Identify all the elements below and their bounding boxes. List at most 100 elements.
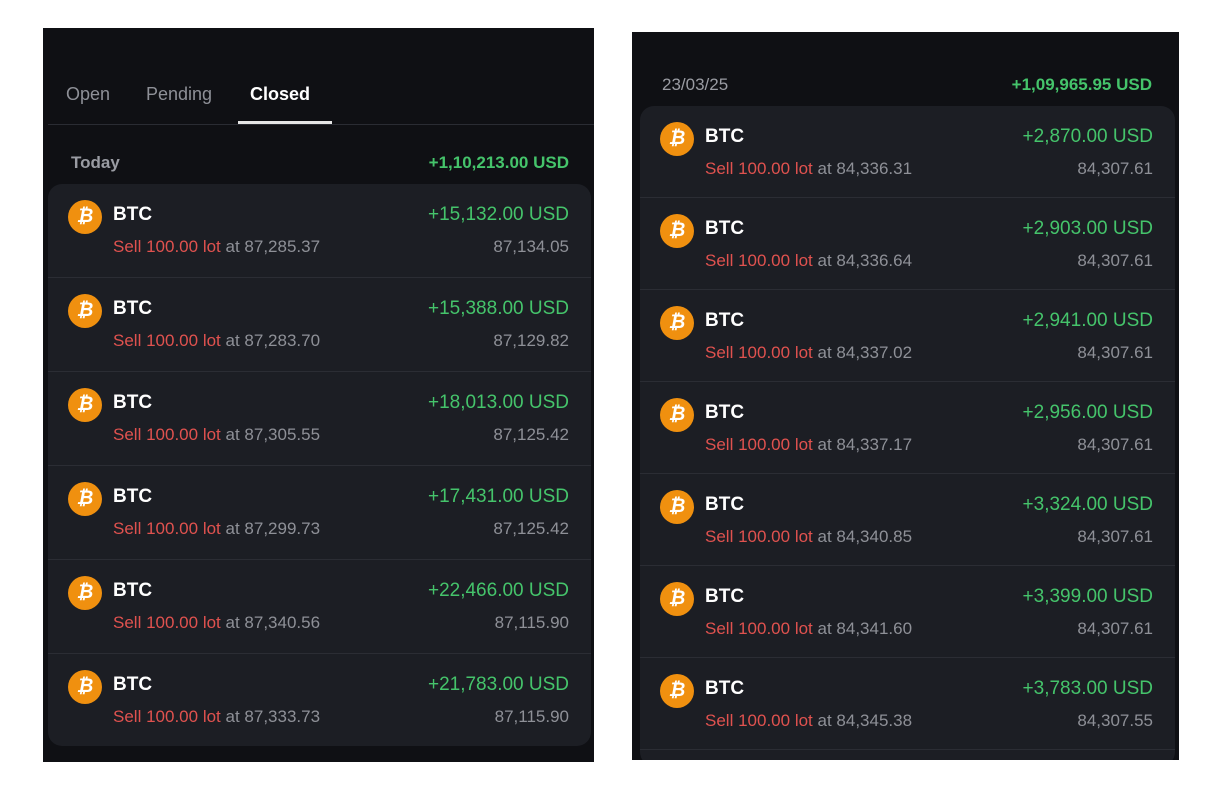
trade-lot: 100.00 lot [738,343,813,362]
trade-profit: +3,783.00 USD [1022,678,1153,699]
trade-open-price: at 84,336.64 [817,251,913,270]
trade-profit: +2,956.00 USD [1022,402,1153,423]
group-header-today: Today +1,10,213.00 USD [71,148,569,178]
trade-profit: +2,870.00 USD [1022,126,1153,147]
trade-open-price: at 87,340.56 [225,613,321,632]
trade-profit: +21,783.00 USD [427,674,569,695]
trade-profit: +18,013.00 USD [427,392,569,413]
trade-symbol: BTC [705,218,745,239]
trade-lot: 100.00 lot [146,613,221,632]
trade-row[interactable]: ₿ BTC Sell 100.00 lot at 84,345.38 +3,783.0… [640,658,1175,750]
trade-symbol: BTC [113,204,153,225]
trade-open-price: at 87,285.37 [225,237,321,256]
trade-side: Sell [113,331,142,350]
trade-side: Sell [705,343,734,362]
trade-side: Sell [113,237,142,256]
trade-lot: 100.00 lot [146,237,221,256]
trade-close-price: 87,125.42 [493,519,569,538]
trade-close-price: 84,307.61 [1077,159,1153,178]
bitcoin-icon: ₿ [68,576,102,610]
trade-detail: Sell 100.00 lot at 87,340.56 [113,613,320,633]
trade-row[interactable]: ₿ BTC Sell 100.00 lot at 87,299.73 +17,431.… [48,466,591,560]
trade-close-price: 84,307.61 [1077,527,1153,546]
bitcoin-icon: ₿ [68,200,102,234]
trade-row[interactable]: ₿ BTC Sell 100.00 lot at 84,336.64 +2,903.0… [640,198,1175,290]
trade-profit: +22,466.00 USD [427,580,569,601]
trade-list: ₿ BTC Sell 100.00 lot at 84,336.31 +2,870.0… [640,106,1175,760]
trade-side: Sell [705,435,734,454]
bitcoin-icon: ₿ [68,670,102,704]
trade-detail: Sell 100.00 lot at 84,337.02 [705,343,912,363]
trade-list: ₿ BTC Sell 100.00 lot at 87,285.37 +15,132.… [48,184,591,746]
trade-detail: Sell 100.00 lot at 87,299.73 [113,519,320,539]
tab-closed[interactable]: Closed [250,84,310,105]
trade-open-price: at 87,283.70 [225,331,321,350]
trade-open-price: at 84,345.38 [817,711,913,730]
trade-close-price: 87,115.90 [494,707,569,726]
bitcoin-icon: ₿ [660,490,694,524]
group-total: +1,09,965.95 USD [1011,75,1152,94]
trade-side: Sell [705,619,734,638]
bitcoin-icon: ₿ [660,122,694,156]
trade-row[interactable]: ₿ BTC Sell 100.00 lot at 84,341.60 +3,399.0… [640,566,1175,658]
trade-detail: Sell 100.00 lot at 87,283.70 [113,331,320,351]
trade-detail: Sell 100.00 lot at 87,305.55 [113,425,320,445]
trade-open-price: at 87,305.55 [225,425,321,444]
bitcoin-icon: ₿ [660,674,694,708]
trade-close-price: 84,307.61 [1077,251,1153,270]
trade-row[interactable]: ₿ BTC Sell 100.00 lot at 84,336.31 +2,870.0… [640,106,1175,198]
trade-row[interactable]: ₿ BTC Sell 100.00 lot at 87,340.56 +22,466.… [48,560,591,654]
trade-profit: +17,431.00 USD [427,486,569,507]
group-date: 23/03/25 [662,75,729,94]
trade-side: Sell [113,425,142,444]
trade-row[interactable]: ₿ BTC Sell 100.00 lot at 87,285.37 +15,132.… [48,184,591,278]
trade-open-price: at 84,340.85 [817,527,913,546]
tab-pending[interactable]: Pending [146,84,212,105]
trade-row[interactable]: ₿ BTC Sell 100.00 lot at 87,333.73 +21,783.… [48,654,591,746]
trade-close-price: 87,125.42 [493,425,569,444]
trade-detail: Sell 100.00 lot at 84,336.64 [705,251,912,271]
trade-row[interactable]: ₿ BTC Sell 100.00 lot at 87,305.55 +18,013.… [48,372,591,466]
trade-side: Sell [705,711,734,730]
trade-lot: 100.00 lot [146,519,221,538]
trade-side: Sell [113,519,142,538]
trade-lot: 100.00 lot [738,527,813,546]
bitcoin-icon: ₿ [660,398,694,432]
bitcoin-icon: ₿ [660,306,694,340]
trade-side: Sell [113,613,142,632]
trade-symbol: BTC [113,674,153,695]
trade-lot: 100.00 lot [738,435,813,454]
trade-detail: Sell 100.00 lot at 84,340.85 [705,527,912,547]
trade-row[interactable]: ₿ BTC Sell 100.00 lot at 84,337.17 +2,956.0… [640,382,1175,474]
bitcoin-icon: ₿ [68,294,102,328]
trade-detail: Sell 100.00 lot at 84,345.38 [705,711,912,731]
trade-row[interactable]: ₿ BTC Sell 100.00 lot at 84,337.02 +2,941.0… [640,290,1175,382]
trade-lot: 100.00 lot [738,251,813,270]
trade-profit: +15,388.00 USD [427,298,569,319]
trade-close-price: 84,307.61 [1077,619,1153,638]
trade-side: Sell [705,251,734,270]
trade-profit: +3,399.00 USD [1022,586,1153,607]
trade-lot: 100.00 lot [738,619,813,638]
bitcoin-icon: ₿ [660,214,694,248]
trade-lot: 100.00 lot [146,331,221,350]
bitcoin-icon: ₿ [68,388,102,422]
trade-close-price: 87,134.05 [493,237,569,256]
trade-profit: +2,941.00 USD [1022,310,1153,331]
trade-lot: 100.00 lot [146,707,221,726]
trade-symbol: BTC [705,402,745,423]
group-date: Today [71,153,120,172]
trade-detail: Sell 100.00 lot at 84,337.17 [705,435,912,455]
tab-open[interactable]: Open [66,84,110,105]
trade-symbol: BTC [113,298,153,319]
trade-close-price: 87,115.90 [494,613,569,632]
trade-row[interactable]: ₿ BTC Sell 100.00 lot at 84,340.85 +3,324.0… [640,474,1175,566]
trade-open-price: at 84,337.02 [817,343,913,362]
bitcoin-icon: ₿ [660,582,694,616]
trade-open-price: at 87,299.73 [225,519,321,538]
trade-row[interactable]: ₿ BTC Sell 100.00 lot at 87,283.70 +15,388.… [48,278,591,372]
trade-symbol: BTC [113,392,153,413]
trade-symbol: BTC [705,586,745,607]
position-tabs: Open Pending Closed [48,78,594,125]
trade-open-price: at 84,337.17 [817,435,913,454]
